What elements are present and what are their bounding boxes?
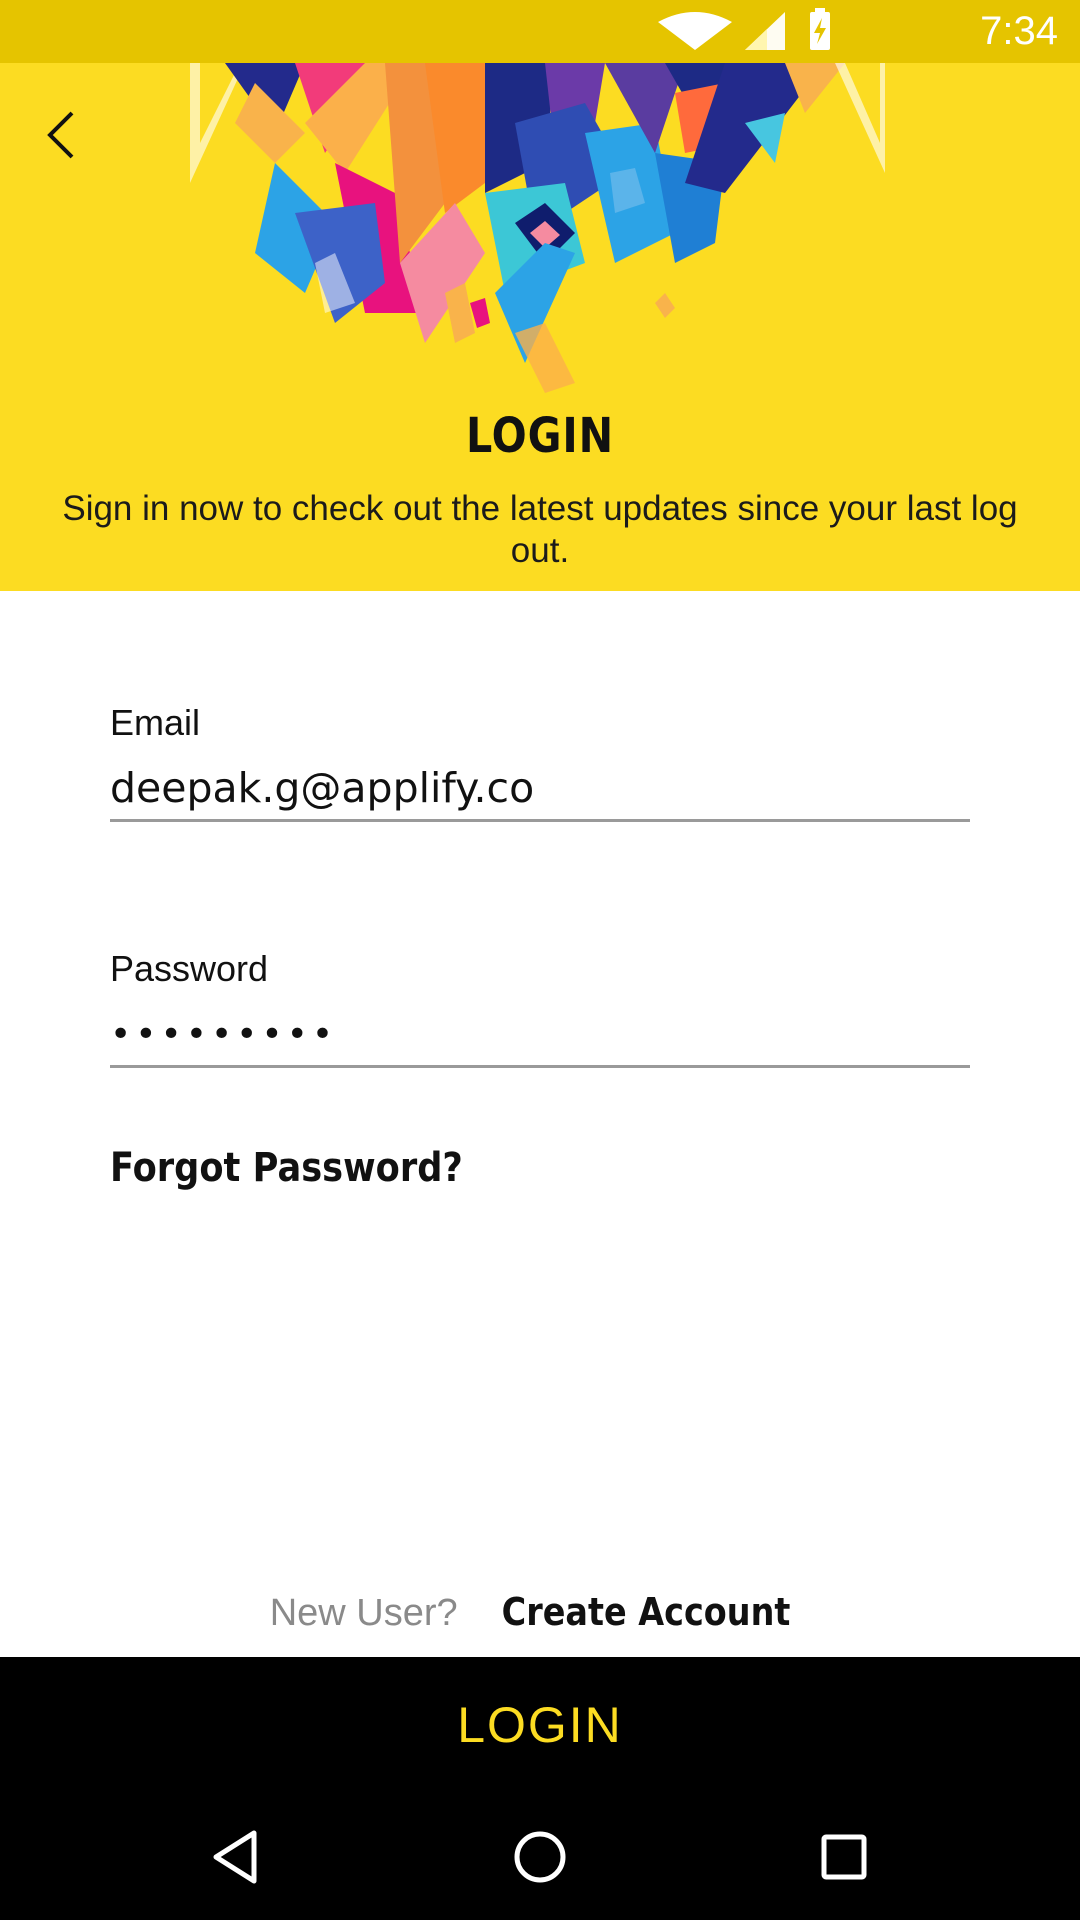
home-circle-icon bbox=[514, 1831, 566, 1882]
page-subtitle: Sign in now to check out the latest upda… bbox=[62, 489, 1018, 570]
clock: 7:34 bbox=[980, 9, 1058, 53]
header: LOGIN Sign in now to check out the lates… bbox=[0, 63, 1080, 591]
chevron-left-icon bbox=[47, 111, 74, 159]
password-field[interactable] bbox=[110, 1003, 970, 1068]
signup-row: New User? Create Account bbox=[0, 1590, 1080, 1635]
nav-back-button[interactable] bbox=[165, 1793, 305, 1920]
nav-recents-button[interactable] bbox=[774, 1793, 914, 1920]
recents-square-icon bbox=[821, 1834, 867, 1879]
navigation-bar bbox=[0, 1793, 1080, 1920]
email-label: Email bbox=[110, 702, 201, 743]
new-user-prompt: New User? bbox=[269, 1592, 458, 1634]
forgot-password-link[interactable]: Forgot Password? bbox=[110, 1145, 463, 1191]
page-title: LOGIN bbox=[465, 408, 615, 464]
status-bar: 7:34 bbox=[0, 0, 1080, 63]
password-label: Password bbox=[110, 948, 269, 989]
status-icons bbox=[658, 8, 830, 50]
nav-home-button[interactable] bbox=[470, 1793, 610, 1920]
email-field[interactable] bbox=[110, 757, 970, 822]
create-account-link[interactable]: Create Account bbox=[502, 1590, 791, 1634]
battery-charging-icon bbox=[810, 8, 830, 50]
header-artwork bbox=[190, 63, 885, 393]
back-triangle-icon bbox=[213, 1830, 257, 1883]
login-button[interactable]: LOGIN bbox=[0, 1657, 1080, 1793]
back-button[interactable] bbox=[30, 103, 94, 167]
wifi-icon bbox=[658, 12, 732, 50]
